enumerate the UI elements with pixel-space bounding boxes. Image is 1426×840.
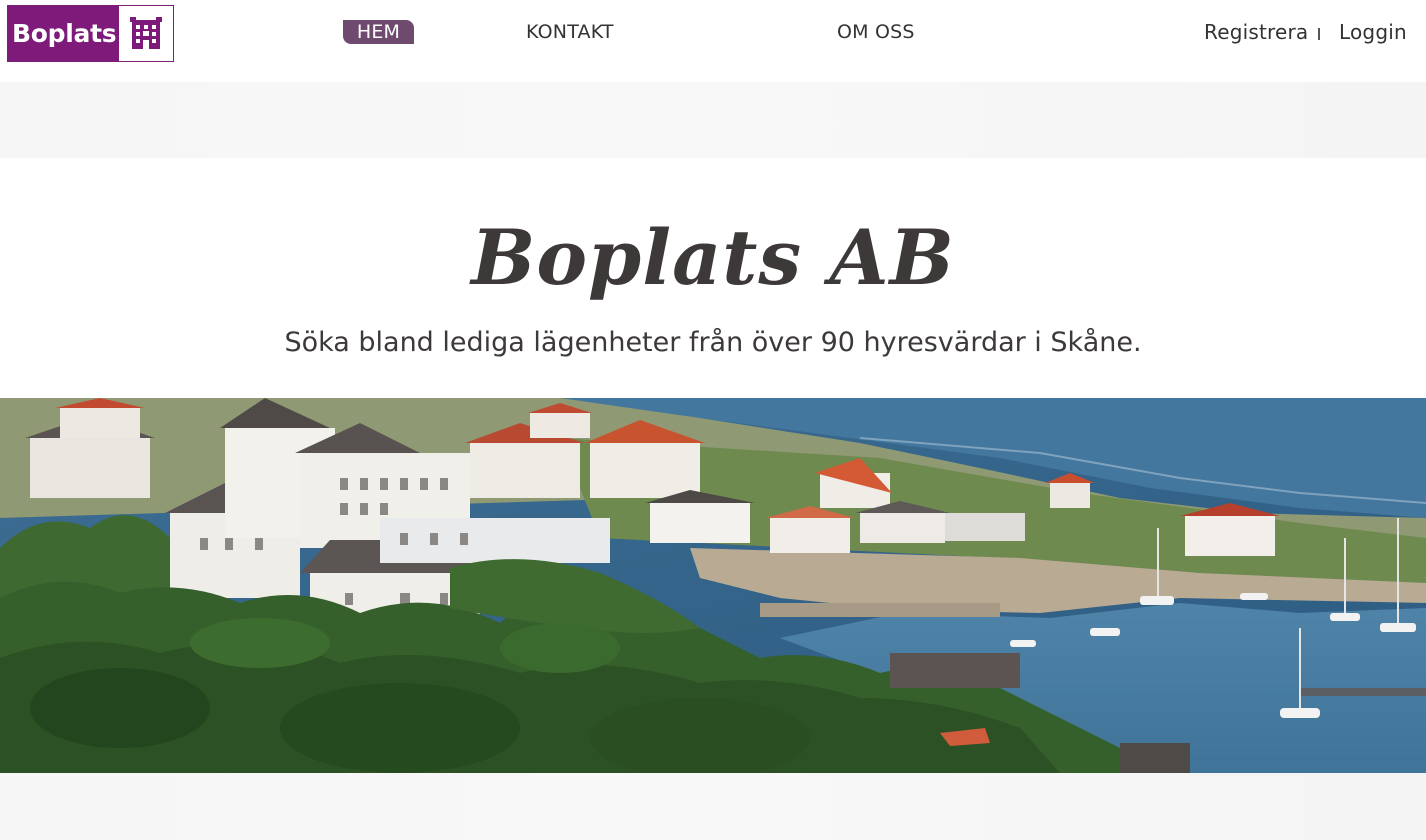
register-link[interactable]: Registrera xyxy=(1204,20,1308,44)
building-icon xyxy=(119,6,173,61)
nav-contact[interactable]: KONTAKT xyxy=(526,20,614,44)
boplats-logo[interactable]: Boplats xyxy=(7,5,174,62)
top-navbar: Boplats HEM KONTAKT OM OSS Registrera Lo… xyxy=(0,0,1426,82)
harbour-town-photo xyxy=(0,398,1426,773)
nav-separator xyxy=(1318,28,1320,40)
grey-band xyxy=(0,82,1426,158)
login-link[interactable]: Loggin xyxy=(1339,20,1407,44)
nav-home[interactable]: HEM xyxy=(343,20,414,44)
grey-band-bottom xyxy=(0,773,1426,840)
page-title: Boplats AB xyxy=(471,213,955,302)
page-subtitle: Söka bland lediga lägenheter från över 9… xyxy=(284,327,1142,358)
nav-about[interactable]: OM OSS xyxy=(837,20,915,44)
logo-text: Boplats xyxy=(8,6,119,61)
